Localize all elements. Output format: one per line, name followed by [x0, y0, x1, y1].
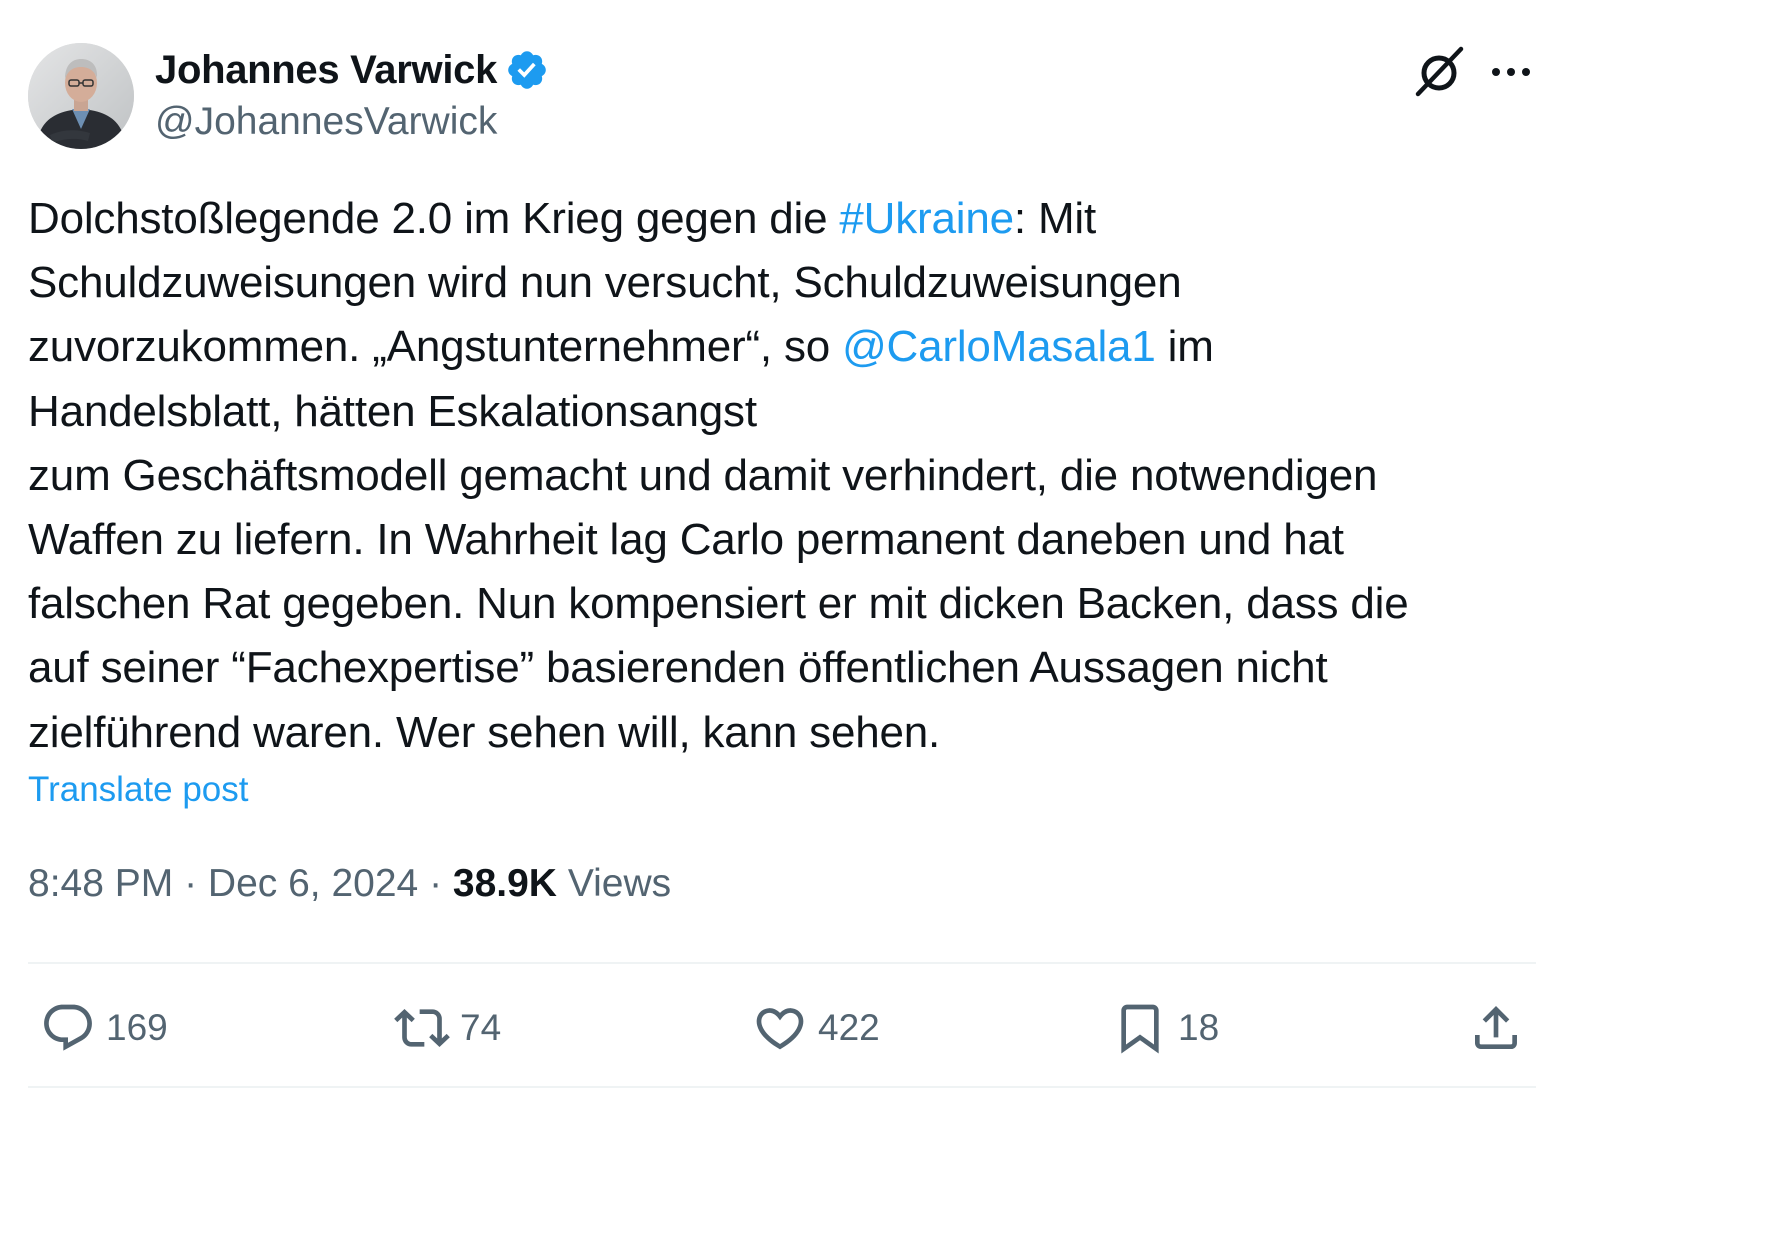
views-count[interactable]: 38.9K — [453, 862, 557, 905]
tweet-line: zum Geschäftsmodell gemacht und damit ve… — [28, 450, 1378, 500]
grok-icon[interactable] — [1412, 44, 1468, 100]
tweet-line: falschen Rat gegeben. Nun kompensiert er… — [28, 579, 1409, 629]
verified-badge-icon[interactable] — [505, 48, 549, 92]
avatar[interactable] — [28, 43, 134, 149]
like-button[interactable]: 422 — [752, 998, 880, 1058]
reply-icon — [44, 1004, 92, 1051]
author-block: Johannes Varwick @JohannesVarwick — [155, 42, 549, 144]
meta-separator: · — [173, 862, 208, 905]
meta-separator: · — [418, 862, 453, 905]
author-name-row: Johannes Varwick — [155, 42, 549, 98]
like-count: 422 — [818, 1007, 880, 1048]
reply-count: 169 — [106, 1007, 168, 1048]
bookmark-count: 18 — [1178, 1007, 1220, 1048]
tweet-line: Waffen zu liefern. In Wahrheit lag Carlo… — [28, 515, 1344, 565]
tweet-line: Dolchstoßlegende 2.0 im Krieg gegen die … — [28, 194, 1097, 243]
display-name[interactable]: Johannes Varwick — [155, 48, 497, 93]
tweet-line: zielführend waren. Wer sehen will, kann … — [28, 707, 941, 757]
divider — [28, 1086, 1536, 1088]
share-button[interactable] — [1468, 998, 1534, 1058]
tweet-line: auf seiner “Fachexpertise” basierenden ö… — [28, 643, 1328, 693]
translate-post-link[interactable]: Translate post — [28, 770, 248, 810]
more-options-icon[interactable] — [1488, 52, 1534, 92]
share-icon — [1475, 1006, 1517, 1049]
tweet-text: Dolchstoßlegende 2.0 im Krieg gegen die … — [28, 187, 1528, 765]
tweet-line: Schuldzuweisungen wird nun versucht, Sch… — [28, 258, 1182, 308]
post-meta: 8:48 PM · Dec 6, 2024 · 38.9K Views — [28, 862, 671, 906]
views-label: Views — [556, 862, 672, 905]
bookmark-icon — [1121, 1004, 1159, 1054]
post: Johannes Varwick @JohannesVarwick Dolchs… — [0, 0, 1766, 1256]
heart-icon — [756, 1008, 804, 1050]
mention-link[interactable]: @CarloMasala1 — [842, 322, 1156, 371]
bookmark-button[interactable]: 18 — [1112, 998, 1219, 1058]
tweet-line: zuvorzukommen. „Angstunternehmer“, so @C… — [28, 322, 1214, 372]
tweet-line: Handelsblatt, hätten Eskalationsangst — [28, 386, 757, 436]
repost-count: 74 — [460, 1007, 502, 1048]
divider — [28, 962, 1536, 964]
repost-icon — [394, 1009, 450, 1047]
post-date[interactable]: Dec 6, 2024 — [208, 862, 418, 905]
user-handle[interactable]: @JohannesVarwick — [155, 100, 549, 144]
post-time[interactable]: 8:48 PM — [28, 862, 173, 905]
hashtag-link[interactable]: #Ukraine — [839, 194, 1014, 243]
avatar-photo — [28, 43, 134, 149]
repost-button[interactable]: 74 — [394, 998, 501, 1058]
reply-button[interactable]: 169 — [40, 998, 168, 1058]
